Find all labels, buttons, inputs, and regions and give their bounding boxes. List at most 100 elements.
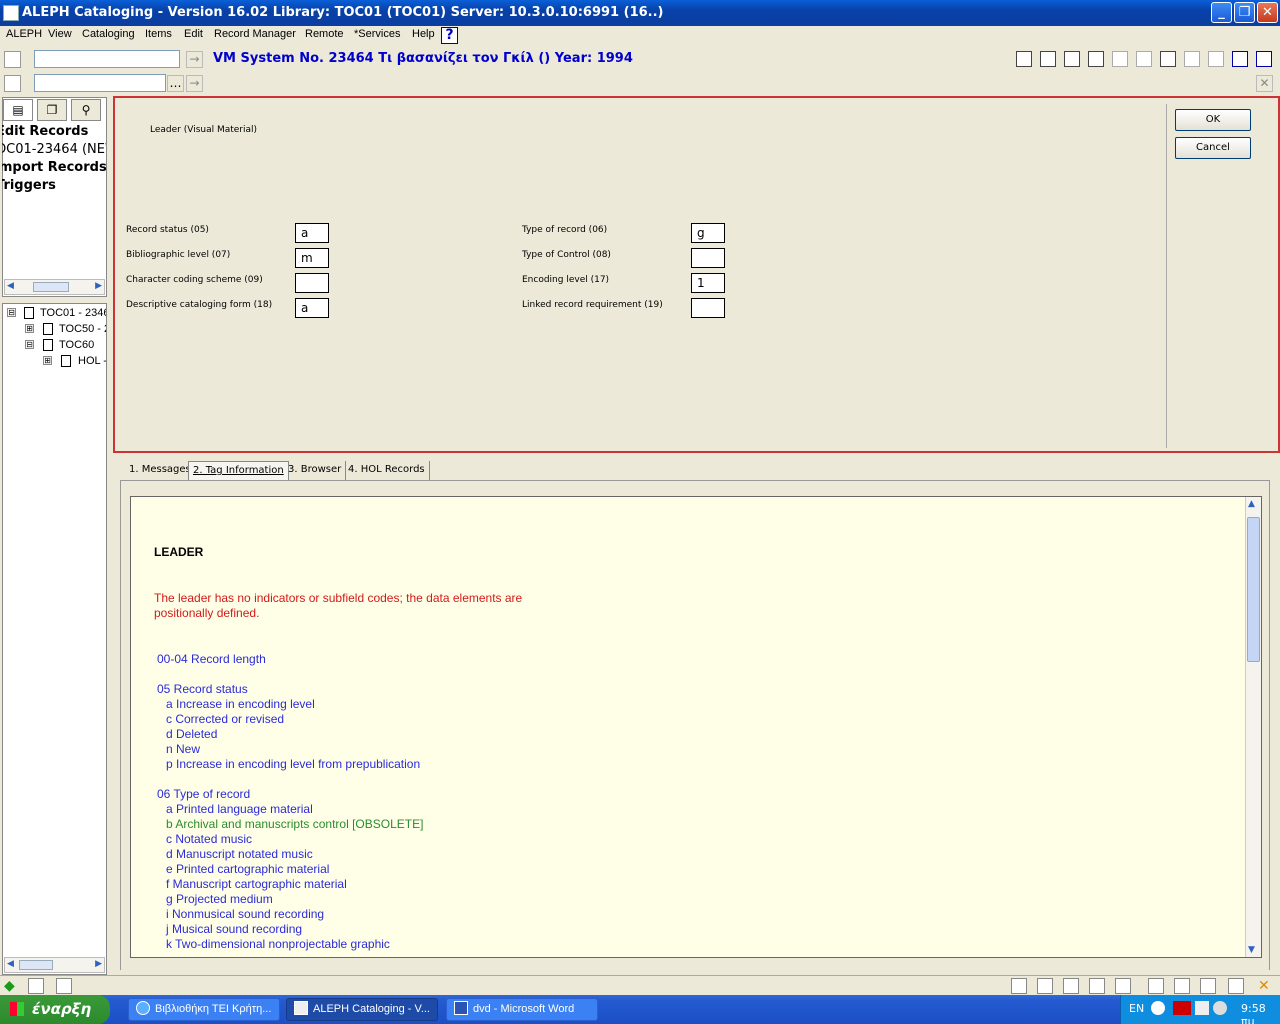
field-label-bibliographic-level: Bibliographic level (07) <box>126 250 231 260</box>
menu-remote[interactable]: Remote <box>305 28 344 40</box>
nav-hscrollbar[interactable]: ◀ ▶ <box>4 279 105 295</box>
list-icon[interactable] <box>1088 51 1104 67</box>
menu-view[interactable]: View <box>48 28 72 40</box>
more-button[interactable]: … <box>167 75 184 92</box>
ok-button[interactable]: OK <box>1175 109 1251 131</box>
left-tab-records[interactable]: ▤ <box>3 99 33 121</box>
record-status-input[interactable]: a <box>295 223 329 243</box>
nav-item-edit-records[interactable]: Edit Records <box>2 124 88 139</box>
tray-arrow-icon[interactable] <box>1151 1001 1165 1015</box>
tree-node-hol[interactable]: HOL - <box>78 355 106 367</box>
start-button[interactable]: έναρξη <box>0 995 110 1024</box>
m-icon[interactable] <box>1184 51 1200 67</box>
minimize-button[interactable]: _ <box>1211 2 1232 23</box>
tree-node-toc50[interactable]: TOC50 - 2 <box>59 323 106 335</box>
key-icon[interactable] <box>1148 978 1164 994</box>
copy-icon[interactable] <box>1112 51 1128 67</box>
menu-services[interactable]: *Services <box>354 28 400 40</box>
type-of-record-input[interactable]: g <box>691 223 725 243</box>
calculator-icon[interactable] <box>1115 978 1131 994</box>
tree-toggle[interactable]: ⊟ <box>7 308 16 317</box>
linked-record-input[interactable] <box>691 298 725 318</box>
info-line: d Manuscript notated music <box>166 847 313 861</box>
ati-icon[interactable] <box>1173 1001 1191 1015</box>
field-label-descriptive-form: Descriptive cataloging form (18) <box>126 300 273 310</box>
task-aleph[interactable]: ALEPH Cataloging - V... <box>286 998 438 1021</box>
tab-messages[interactable]: 1. Messages <box>125 461 196 480</box>
left-tab-window[interactable]: ❐ <box>37 99 67 121</box>
close-record-icon[interactable] <box>1232 51 1248 67</box>
info-vscrollbar[interactable]: ▲ ▼ <box>1245 497 1261 957</box>
cancel-button[interactable]: Cancel <box>1175 137 1251 159</box>
home-icon[interactable] <box>1200 978 1216 994</box>
bibliographic-level-input[interactable]: m <box>295 248 329 268</box>
help-icon[interactable]: ? <box>441 27 458 44</box>
command-input[interactable] <box>34 50 180 68</box>
tree-icon[interactable] <box>1040 51 1056 67</box>
close-all-icon[interactable] <box>1256 51 1272 67</box>
record-icon[interactable] <box>1016 51 1032 67</box>
task-word[interactable]: dvd - Microsoft Word <box>446 998 598 1021</box>
close-button[interactable]: ✕ <box>1257 2 1278 23</box>
split-icon[interactable] <box>1160 51 1176 67</box>
arrows-icon[interactable] <box>1011 978 1027 994</box>
document-icon <box>43 339 53 351</box>
left-tab-search[interactable]: ⚲ <box>71 99 101 121</box>
tab-hol-records[interactable]: 4. HOL Records <box>344 461 430 480</box>
nav-item-import-records[interactable]: Import Records <box>2 160 106 175</box>
catalog-icon[interactable] <box>4 51 21 68</box>
menu-items[interactable]: Items <box>145 28 172 40</box>
menu-record-manager[interactable]: Record Manager <box>214 28 296 40</box>
menu-bar: ALEPH View Cataloging Items Edit Record … <box>0 26 1280 44</box>
tree-toggle[interactable]: ⊟ <box>25 340 34 349</box>
nav-item-triggers[interactable]: Triggers <box>2 178 56 193</box>
info-line: p Increase in encoding level from prepub… <box>166 757 421 771</box>
system-tray: EN 9:58 πμ <box>1120 995 1280 1024</box>
tree-toggle[interactable]: ⊞ <box>43 356 52 365</box>
settings-icon[interactable] <box>1208 51 1224 67</box>
menu-edit[interactable]: Edit <box>184 28 203 40</box>
encoding-level-input[interactable]: 1 <box>691 273 725 293</box>
tab-browser[interactable]: 3. Browser <box>284 461 347 480</box>
window-icon[interactable] <box>4 75 21 92</box>
language-indicator[interactable]: EN <box>1129 1002 1144 1015</box>
leader-form-panel: Leader (Visual Material) Record status (… <box>113 96 1280 453</box>
volume-icon[interactable] <box>1213 1001 1227 1015</box>
info-line: b Archival and manuscripts control [OBSO… <box>166 817 424 831</box>
windows-logo-icon <box>10 1002 24 1016</box>
menu-cataloging[interactable]: Cataloging <box>82 28 135 40</box>
network-icon[interactable] <box>1195 1001 1209 1015</box>
tag-information-panel: LEADER The leader has no indicators or s… <box>130 496 1262 958</box>
tab-tag-information[interactable]: 2. Tag Information <box>188 461 289 480</box>
copy-icon[interactable] <box>56 978 72 994</box>
link-icon[interactable] <box>1063 978 1079 994</box>
exit-icon[interactable]: ✕ <box>1258 978 1274 994</box>
menu-aleph[interactable]: ALEPH <box>6 28 42 40</box>
type-of-control-input[interactable] <box>691 248 725 268</box>
lamp-icon[interactable] <box>1174 978 1190 994</box>
tree-toggle[interactable]: ⊞ <box>25 324 34 333</box>
go-arrow-icon-2[interactable]: → <box>186 75 203 92</box>
book-icon[interactable] <box>1064 51 1080 67</box>
form-title: Leader (Visual Material) <box>150 125 258 135</box>
task-browser[interactable]: Βιβλιοθήκη ΤΕΙ Κρήτη... <box>128 998 280 1021</box>
maximize-button[interactable]: ❐ <box>1234 2 1255 23</box>
go-arrow-icon[interactable]: → <box>186 51 203 68</box>
tree-node-toc01[interactable]: TOC01 - 23464 <box>40 307 106 319</box>
descriptive-form-input[interactable]: a <box>295 298 329 318</box>
status-bar <box>0 975 1280 995</box>
info-line: n New <box>166 742 201 756</box>
printer-icon[interactable] <box>1228 978 1244 994</box>
check-icon[interactable] <box>1136 51 1152 67</box>
nav-item-toc01-23464[interactable]: TOC01-23464 (NEW) <box>2 142 106 157</box>
menu-help[interactable]: Help <box>412 28 435 40</box>
edit-icon[interactable] <box>1037 978 1053 994</box>
tree-node-toc60[interactable]: TOC60 <box>59 339 94 351</box>
search-input[interactable] <box>34 74 166 92</box>
tree-hscrollbar[interactable]: ◀ ▶ <box>4 957 105 973</box>
close-pane-icon[interactable]: ✕ <box>1256 75 1273 92</box>
globe-icon[interactable] <box>1089 978 1105 994</box>
window-icon[interactable] <box>28 978 44 994</box>
character-coding-input[interactable] <box>295 273 329 293</box>
field-label-record-status: Record status (05) <box>126 225 209 235</box>
